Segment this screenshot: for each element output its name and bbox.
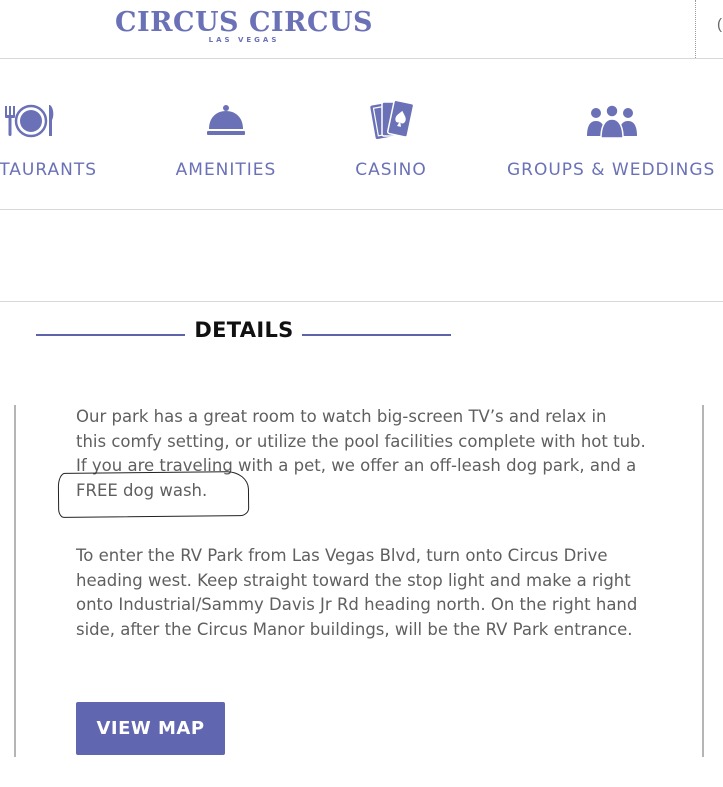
- details-paragraph-directions: To enter the RV Park from Las Vegas Blvd…: [76, 544, 676, 642]
- nav-item-groups-weddings[interactable]: GROUPS & WEDDINGS: [502, 58, 723, 208]
- content-border-left: [14, 405, 16, 757]
- main-nav: TAURANTS AMENITIES CASINO GROUPS & WEDDI…: [0, 58, 723, 210]
- view-map-button[interactable]: VIEW MAP: [76, 702, 225, 755]
- text-line: Our park has a great room to watch big-s…: [76, 407, 607, 426]
- text-line: side, after the Circus Manor buildings, …: [76, 619, 633, 639]
- nav-label-groups-weddings: GROUPS & WEDDINGS: [507, 160, 716, 180]
- group-icon: [586, 104, 638, 144]
- nav-item-casino[interactable]: CASINO: [346, 58, 436, 208]
- playing-cards-icon: [370, 99, 415, 140]
- text-line: this comfy setting, or utilize the pool …: [76, 431, 646, 451]
- details-rule-left: [36, 334, 185, 336]
- details-rule-right: [302, 334, 451, 336]
- text-line: To enter the RV Park from Las Vegas Blvd…: [76, 546, 608, 565]
- header-divider: [695, 0, 696, 58]
- restaurant-icon: [1, 102, 57, 142]
- nav-item-amenities[interactable]: AMENITIES: [168, 58, 284, 208]
- content-border-right: [702, 405, 704, 757]
- text-line: heading west. Keep straight toward the s…: [76, 570, 631, 590]
- nav-label-casino: CASINO: [355, 160, 427, 180]
- content-band: [0, 210, 723, 302]
- nav-label-restaurants: TAURANTS: [0, 160, 97, 180]
- nav-item-restaurants[interactable]: TAURANTS: [0, 58, 100, 208]
- text-line: onto Industrial/Sammy Davis Jr Rd headin…: [76, 595, 638, 614]
- hand-drawn-circle-annotation: [57, 471, 250, 518]
- circus-circus-logo[interactable]: CIRCUS CIRCUS LAS VEGAS: [113, 7, 375, 45]
- nav-label-amenities: AMENITIES: [175, 160, 277, 180]
- cloche-icon: [206, 102, 246, 142]
- logo-wordmark: CIRCUS CIRCUS: [114, 7, 374, 38]
- site-header: CIRCUS CIRCUS LAS VEGAS (: [0, 0, 723, 59]
- header-cut-text: (: [717, 16, 722, 33]
- details-heading: DETAILS: [194, 318, 294, 342]
